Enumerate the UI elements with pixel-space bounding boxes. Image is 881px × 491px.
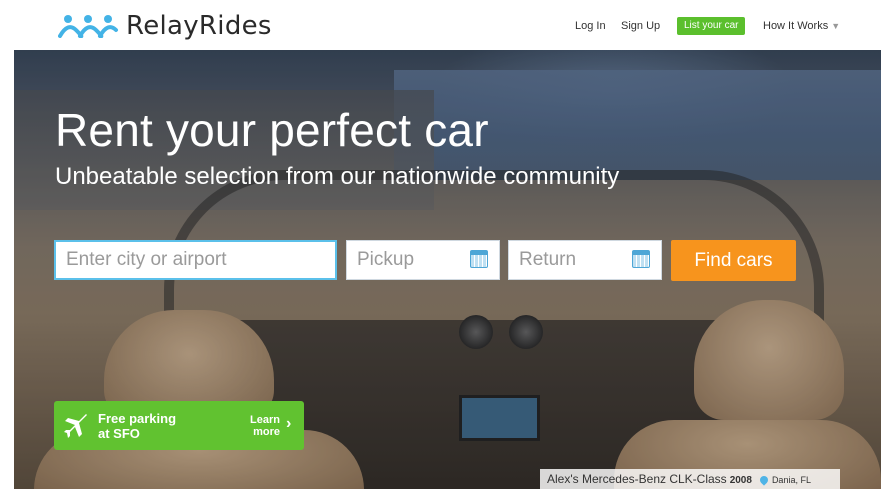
- car-location: Dania, FL: [771, 475, 811, 485]
- chevron-right-icon: ›: [286, 415, 292, 432]
- hero-subheadline: Unbeatable selection from our nationwide…: [55, 163, 620, 190]
- login-link[interactable]: Log In: [575, 16, 606, 36]
- promo-line-2: at SFO: [98, 426, 140, 441]
- car-year: 2008: [729, 475, 752, 486]
- airplane-icon: [64, 414, 87, 438]
- brand-name: RelayRides: [126, 11, 272, 41]
- car-name: Alex's Mercedes-Benz CLK-Class: [547, 472, 727, 486]
- city-airport-input[interactable]: [54, 240, 337, 280]
- top-navigation-bar: RelayRides Log In Sign Up List your car …: [0, 0, 881, 50]
- learn-more-label: Learn more: [234, 414, 280, 438]
- free-parking-promo-button[interactable]: Free parking at SFO Learn more ›: [54, 401, 304, 450]
- photo-caption: Alex's Mercedes-Benz CLK-Class 2008 Dania,…: [540, 469, 840, 489]
- find-cars-button[interactable]: Find cars: [671, 240, 796, 281]
- map-pin-icon: [758, 474, 770, 486]
- calendar-icon[interactable]: [470, 250, 488, 268]
- calendar-icon[interactable]: [632, 250, 650, 268]
- chevron-down-icon: ▼: [831, 21, 841, 31]
- promo-text: Free parking at SFO: [98, 411, 176, 441]
- hero-headline: Rent your perfect car: [55, 104, 489, 156]
- signup-link[interactable]: Sign Up: [621, 16, 660, 36]
- people-group-icon: [58, 15, 118, 38]
- promo-line-1: Free parking: [98, 411, 177, 426]
- learn-more-line-2: more: [253, 426, 280, 438]
- list-your-car-button[interactable]: List your car: [677, 17, 746, 35]
- how-it-works-dropdown[interactable]: How It Works ▼: [763, 16, 840, 36]
- how-it-works-label: How It Works: [763, 20, 829, 32]
- brand-logo-link[interactable]: RelayRides: [58, 10, 272, 42]
- learn-more-line-1: Learn: [250, 414, 280, 426]
